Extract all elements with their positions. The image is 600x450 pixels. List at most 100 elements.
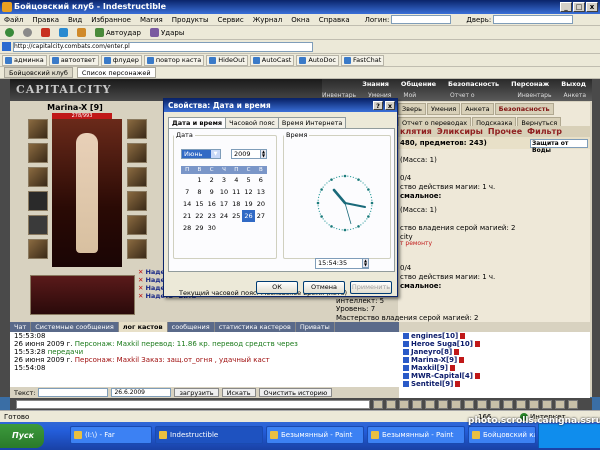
chat-tab-chat[interactable]: Чат [10,322,32,332]
clear-history-button[interactable]: Очистить историю [258,388,333,397]
belt-slot[interactable] [28,239,48,259]
ring-slot[interactable] [127,119,147,139]
year-input[interactable]: 2009 ▲ ▼ [231,149,267,159]
time-input[interactable]: 15:54:35 ▲ ▼ [315,258,369,269]
hotkeys-button[interactable]: Удары [147,27,187,39]
calendar-day[interactable]: 21 [181,210,193,222]
inv-tab-other[interactable]: Прочее [488,127,522,136]
maximize-button[interactable]: □ [573,2,585,12]
gloves-slot[interactable] [127,143,147,163]
calendar-day[interactable]: 11 [230,186,242,198]
player-item[interactable]: Maxkil[9] [399,364,590,372]
calendar-day[interactable]: 19 [242,198,254,210]
calendar-day[interactable]: 25 [230,210,242,222]
menu-windows[interactable]: Окна [291,16,310,24]
calendar-day[interactable]: 30 [206,222,218,234]
nav-profile[interactable]: Анкета [563,90,586,101]
back-button[interactable] [2,27,17,39]
calendar-day[interactable]: 2 [206,174,218,186]
task-paint-1[interactable]: Безымянный - Paint [266,426,364,444]
weapon-slot[interactable] [28,167,48,187]
menu-file[interactable]: Файл [4,16,23,24]
menu-magic[interactable]: Магия [140,16,163,24]
task-indestructible[interactable]: Indestructible [155,426,263,444]
nav-inventory-2[interactable]: Инвентарь [517,90,551,101]
boots-slot[interactable] [127,215,147,235]
chat-tab-stats[interactable]: статистика кастеров [215,322,296,332]
calendar-day[interactable]: 27 [255,210,267,222]
calendar-day[interactable]: 23 [206,210,218,222]
minimize-button[interactable]: _ [560,2,572,12]
tab-characters[interactable]: Список персонажей [76,67,156,78]
chat-tool-icon[interactable] [425,399,435,409]
calendar-day[interactable]: 24 [218,210,230,222]
calendar-day[interactable]: 9 [206,186,218,198]
chat-tool-icon[interactable] [386,399,396,409]
door-input[interactable] [493,15,574,24]
forward-button[interactable] [20,27,35,39]
text-input[interactable] [38,388,109,397]
chat-input[interactable] [16,399,370,409]
stop-button[interactable] [38,27,53,39]
calendar-day[interactable]: 18 [230,198,242,210]
dialog-close-button[interactable]: x [385,101,395,110]
calendar-day[interactable]: 10 [218,186,230,198]
task-far[interactable]: (I:\) - Far [70,426,152,444]
link-hideout[interactable]: HideOut [206,54,248,66]
shirt-slot[interactable] [28,215,48,235]
link-autoreply[interactable]: автоответ [48,54,99,66]
nav-transfers[interactable]: Отчет о переводах [450,90,505,110]
player-item[interactable]: Marina-X[9] [399,356,590,364]
chat-tab-castlog[interactable]: лог кастов [118,322,168,332]
calendar-day[interactable]: 28 [181,222,193,234]
address-input[interactable] [13,41,313,52]
chat-tool-icon[interactable] [477,399,487,409]
dialog-help-button[interactable]: ? [373,101,383,110]
bracers-slot[interactable] [127,239,147,259]
calendar-day[interactable]: 8 [193,186,205,198]
amulet-slot[interactable] [28,143,48,163]
calendar-day[interactable]: 29 [193,222,205,234]
load-button[interactable]: загрузить [174,388,219,397]
calendar-day[interactable]: 14 [181,198,193,210]
ok-button[interactable]: ОК [256,281,298,294]
chat-tool-icon[interactable] [568,399,578,409]
chat-tool-icon[interactable] [503,399,513,409]
calendar-day[interactable]: 26 [242,210,255,222]
nav-scroll[interactable]: Мой Скролл [403,90,438,110]
link-admin[interactable]: админка [2,54,47,66]
tab-combats[interactable]: Бойцовский клуб [4,67,73,78]
calendar-day[interactable]: 6 [255,174,267,186]
calendar-day[interactable]: 1 [193,174,205,186]
chat-tool-icon[interactable] [516,399,526,409]
refresh-button[interactable] [56,27,71,39]
calendar-day[interactable]: 5 [242,174,254,186]
menu-edit[interactable]: Правка [32,16,59,24]
nav-knowledge[interactable]: Знания [362,79,389,90]
month-select[interactable]: Июнь ▼ [181,149,221,159]
chat-tab-privates[interactable]: Приваты [296,322,335,332]
link-fastchat[interactable]: FastChat [341,54,385,66]
inv-tab-filter[interactable]: Фильтр [527,127,562,136]
calendar-day[interactable]: 16 [206,198,218,210]
calendar-day[interactable]: 4 [230,174,242,186]
chat-tool-icon[interactable] [412,399,422,409]
link-autocast[interactable]: AutoCast [249,54,295,66]
home-button[interactable] [74,27,89,39]
chat-tool-icon[interactable] [399,399,409,409]
calendar-day[interactable]: 20 [255,198,267,210]
helmet-slot[interactable] [28,119,48,139]
task-combats[interactable]: Бойцовский клуб [468,426,536,444]
calendar-day[interactable]: 3 [218,174,230,186]
player-item[interactable]: Heroe Suga[10] [399,340,590,348]
nav-character[interactable]: Персонаж [511,79,549,90]
close-button[interactable]: x [586,2,598,12]
nav-social[interactable]: Общение [401,79,436,90]
menu-favorites[interactable]: Избранное [91,16,131,24]
spell-slots[interactable] [30,275,135,315]
calendar-day[interactable]: 12 [242,186,254,198]
chat-tool-icon[interactable] [438,399,448,409]
player-item[interactable]: Janeyro[8] [399,348,590,356]
chat-tool-icon[interactable] [555,399,565,409]
task-paint-2[interactable]: Безымянный - Paint [367,426,465,444]
